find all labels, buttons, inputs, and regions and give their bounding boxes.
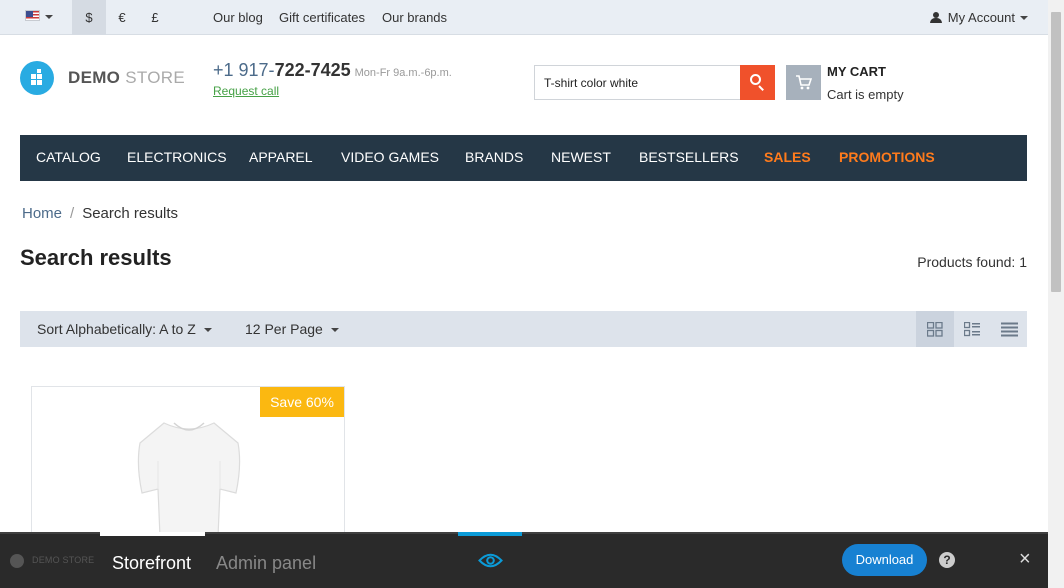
discount-badge: Save 60% (260, 387, 344, 417)
nav-electronics[interactable]: ELECTRONICS (127, 135, 227, 179)
breadcrumb-current: Search results (82, 205, 179, 222)
demo-logo-icon (10, 554, 24, 568)
chevron-down-icon (203, 328, 212, 332)
us-flag-icon[interactable] (25, 10, 40, 21)
help-icon[interactable]: ? (939, 552, 955, 568)
sort-dropdown[interactable]: Sort Alphabetically: A to Z (37, 311, 212, 347)
chevron-down-icon (1020, 16, 1028, 20)
our-blog-link[interactable]: Our blog (213, 0, 263, 35)
search-input[interactable] (534, 65, 740, 100)
breadcrumb-separator: / (70, 205, 75, 222)
main-nav: CATALOG ELECTRONICS APPAREL VIDEO GAMES … (20, 135, 1027, 181)
per-page-label: 12 Per Page (245, 321, 323, 337)
chevron-down-icon (330, 328, 339, 332)
tab-admin-panel[interactable]: Admin panel (216, 553, 316, 574)
demo-panel: DEMO STORE Storefront Admin panel Downlo… (0, 532, 1048, 588)
list-view-icon (964, 322, 980, 337)
products-found-count: Products found: 1 (917, 254, 1027, 270)
white-tshirt-image[interactable] (134, 417, 244, 537)
our-brands-link[interactable]: Our brands (382, 0, 447, 35)
grid-view-button[interactable] (916, 311, 954, 347)
demo-logo-text: DEMO STORE (32, 555, 95, 565)
nav-sales[interactable]: SALES (764, 135, 811, 179)
search-button[interactable] (740, 65, 775, 100)
my-account-menu[interactable]: My Account (929, 0, 1028, 35)
sort-label: Sort Alphabetically: A to Z (37, 321, 196, 337)
my-cart-title[interactable]: MY CART (827, 64, 886, 79)
compact-list-button[interactable] (990, 311, 1028, 347)
cart-status: Cart is empty (827, 87, 904, 102)
phone-number: +1 917-722-7425 Mon-Fr 9a.m.-6p.m. (213, 60, 452, 80)
gift-certificates-link[interactable]: Gift certificates (279, 0, 365, 35)
nav-catalog[interactable]: CATALOG (36, 135, 101, 179)
cart-icon (796, 75, 812, 90)
close-icon[interactable]: × (1019, 549, 1031, 569)
request-call-link[interactable]: Request call (213, 84, 279, 98)
eye-icon[interactable] (478, 552, 503, 569)
page-title: Search results (20, 245, 172, 270)
currency-gbp[interactable]: £ (138, 0, 172, 35)
preview-indicator (458, 532, 522, 536)
logo-icon[interactable] (20, 61, 54, 95)
grid-view-icon (927, 322, 943, 337)
currency-usd[interactable]: $ (72, 0, 106, 35)
tab-storefront[interactable]: Storefront (112, 553, 191, 574)
logo-text[interactable]: DEMO STORE (68, 68, 185, 88)
download-button[interactable]: Download (842, 544, 927, 576)
nav-promotions[interactable]: PROMOTIONS (839, 135, 935, 179)
currency-eur[interactable]: € (105, 0, 139, 35)
nav-video-games[interactable]: VIDEO GAMES (341, 135, 439, 179)
page: $ € £ Our blog Gift certificates Our bra… (0, 0, 1064, 588)
top-bar: $ € £ Our blog Gift certificates Our bra… (0, 0, 1048, 35)
chevron-down-icon[interactable] (45, 15, 53, 19)
page-scrollbar[interactable] (1048, 0, 1064, 588)
nav-apparel[interactable]: APPAREL (249, 135, 313, 179)
breadcrumb-home[interactable]: Home (22, 205, 62, 222)
scrollbar-thumb[interactable] (1051, 12, 1061, 292)
nav-newest[interactable]: NEWEST (551, 135, 611, 179)
breadcrumb: Home / Search results (22, 205, 178, 222)
business-hours: Mon-Fr 9a.m.-6p.m. (354, 67, 452, 79)
user-icon (929, 12, 943, 23)
my-account-label: My Account (947, 10, 1015, 25)
nav-bestsellers[interactable]: BESTSELLERS (639, 135, 739, 179)
sort-bar: Sort Alphabetically: A to Z 12 Per Page (20, 311, 1027, 347)
list-view-button[interactable] (953, 311, 991, 347)
cart-button[interactable] (786, 65, 821, 100)
per-page-dropdown[interactable]: 12 Per Page (245, 311, 339, 347)
nav-brands[interactable]: BRANDS (465, 135, 523, 179)
active-tab-indicator (100, 532, 205, 536)
compact-list-icon (1001, 322, 1018, 337)
